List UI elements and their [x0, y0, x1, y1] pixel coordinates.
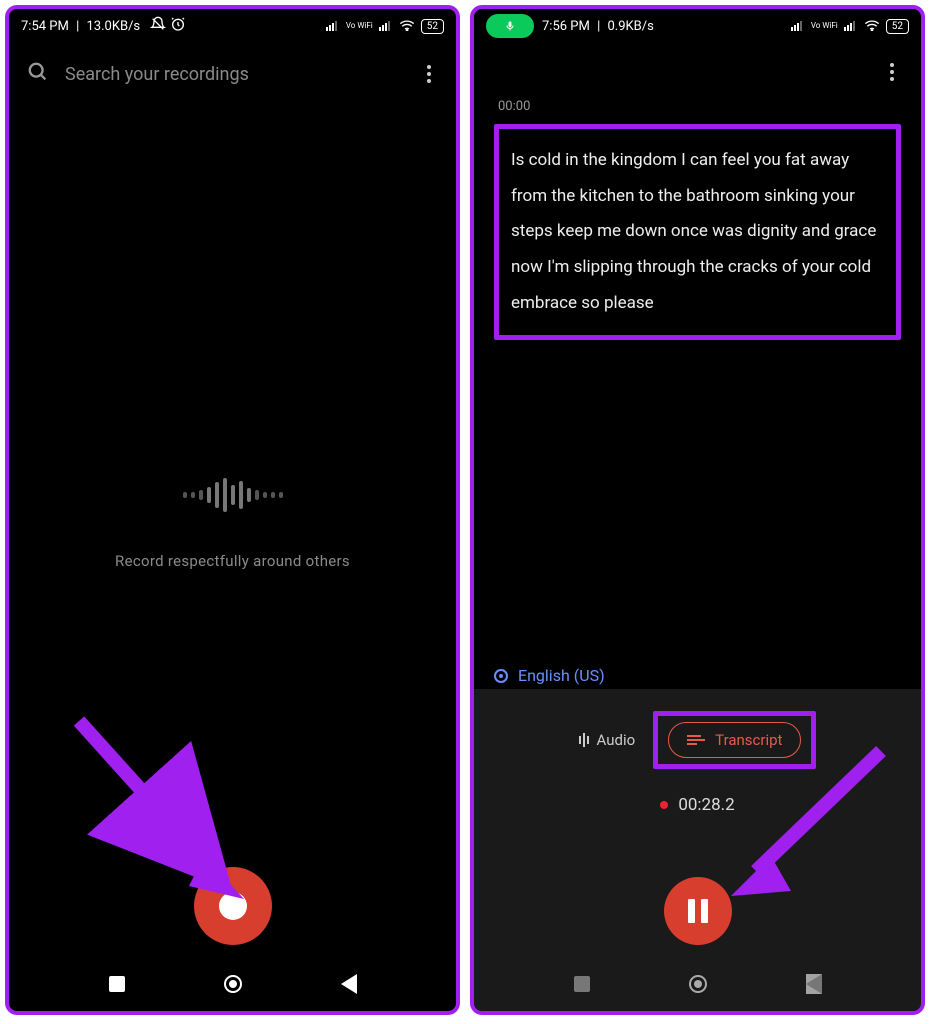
audio-tab-label: Audio: [597, 731, 636, 749]
transcript-tab-label: Transcript: [715, 731, 782, 749]
search-input[interactable]: Search your recordings: [65, 64, 404, 85]
more-menu-icon[interactable]: [883, 63, 901, 81]
status-bar: 7:56 PM | 0.9KB/s Vo WiFi 52: [474, 9, 921, 43]
phone-right: 7:56 PM | 0.9KB/s Vo WiFi 52 00:00 Is co…: [470, 5, 925, 1015]
transcript-tab-highlight: Transcript: [653, 711, 816, 769]
status-net: 0.9KB/s: [607, 19, 653, 34]
vowifi-label: Vo WiFi: [346, 22, 373, 30]
vowifi-label: Vo WiFi: [811, 22, 838, 30]
record-button[interactable]: [194, 867, 272, 945]
status-right: Vo WiFi 52: [791, 19, 909, 34]
status-left: 7:56 PM | 0.9KB/s: [486, 14, 654, 38]
transcript-lines-icon: [687, 735, 705, 745]
wifi-icon: [399, 19, 415, 34]
transcript-area: 00:00 Is cold in the kingdom I can feel …: [474, 81, 921, 340]
transcript-text-highlight: Is cold in the kingdom I can feel you fa…: [494, 124, 901, 340]
transcript-text[interactable]: Is cold in the kingdom I can feel you fa…: [511, 150, 876, 313]
search-icon[interactable]: [27, 61, 49, 87]
status-bar: 7:54 PM | 13.0KB/s Vo WiFi 52: [9, 9, 456, 43]
battery-indicator: 52: [421, 19, 444, 34]
battery-indicator: 52: [886, 19, 909, 34]
signal-icon-2: [379, 19, 393, 34]
android-nav-bar: [9, 957, 456, 1011]
status-right: Vo WiFi 52: [326, 19, 444, 34]
recording-dot-icon: [660, 801, 668, 809]
recording-timer: 00:28.2: [660, 795, 734, 815]
wifi-icon: [864, 19, 880, 34]
language-selector[interactable]: English (US): [494, 666, 605, 685]
nav-recents-icon[interactable]: [574, 976, 590, 992]
nav-recents-icon[interactable]: [109, 976, 125, 992]
language-label: English (US): [518, 666, 605, 685]
nav-back-icon[interactable]: [806, 974, 822, 994]
signal-icon: [791, 19, 805, 34]
waveform-icon: [183, 478, 283, 512]
status-time: 7:54 PM: [21, 19, 69, 34]
status-net: 13.0KB/s: [86, 19, 140, 34]
audio-bars-icon: [579, 733, 589, 747]
transcript-tab[interactable]: Transcript: [668, 722, 801, 758]
status-time: 7:56 PM: [542, 19, 590, 34]
phone-left: 7:54 PM | 13.0KB/s Vo WiFi 52: [5, 5, 460, 1015]
android-nav-bar: [474, 957, 921, 1011]
nav-home-icon[interactable]: [224, 975, 242, 993]
nav-back-icon[interactable]: [341, 974, 357, 994]
timer-value: 00:28.2: [678, 795, 734, 815]
signal-icon-2: [844, 19, 858, 34]
alarm-icon: [170, 16, 186, 36]
search-row: Search your recordings: [9, 43, 456, 97]
signal-icon: [326, 19, 340, 34]
transcript-timestamp: 00:00: [498, 99, 901, 114]
hint-text: Record respectfully around others: [115, 552, 350, 570]
bell-off-icon: [150, 16, 166, 36]
view-tabs: Audio Transcript: [579, 711, 817, 769]
more-menu-icon[interactable]: [420, 65, 438, 83]
pause-bar-icon: [701, 899, 708, 923]
header-row: [474, 43, 921, 81]
pause-button[interactable]: [664, 877, 732, 945]
nav-home-icon[interactable]: [689, 975, 707, 993]
status-left: 7:54 PM | 13.0KB/s: [21, 16, 186, 36]
target-icon: [494, 669, 508, 683]
pause-bar-icon: [688, 899, 695, 923]
mic-active-pill[interactable]: [486, 14, 534, 38]
record-dot-icon: [219, 892, 247, 920]
audio-tab[interactable]: Audio: [579, 731, 636, 749]
